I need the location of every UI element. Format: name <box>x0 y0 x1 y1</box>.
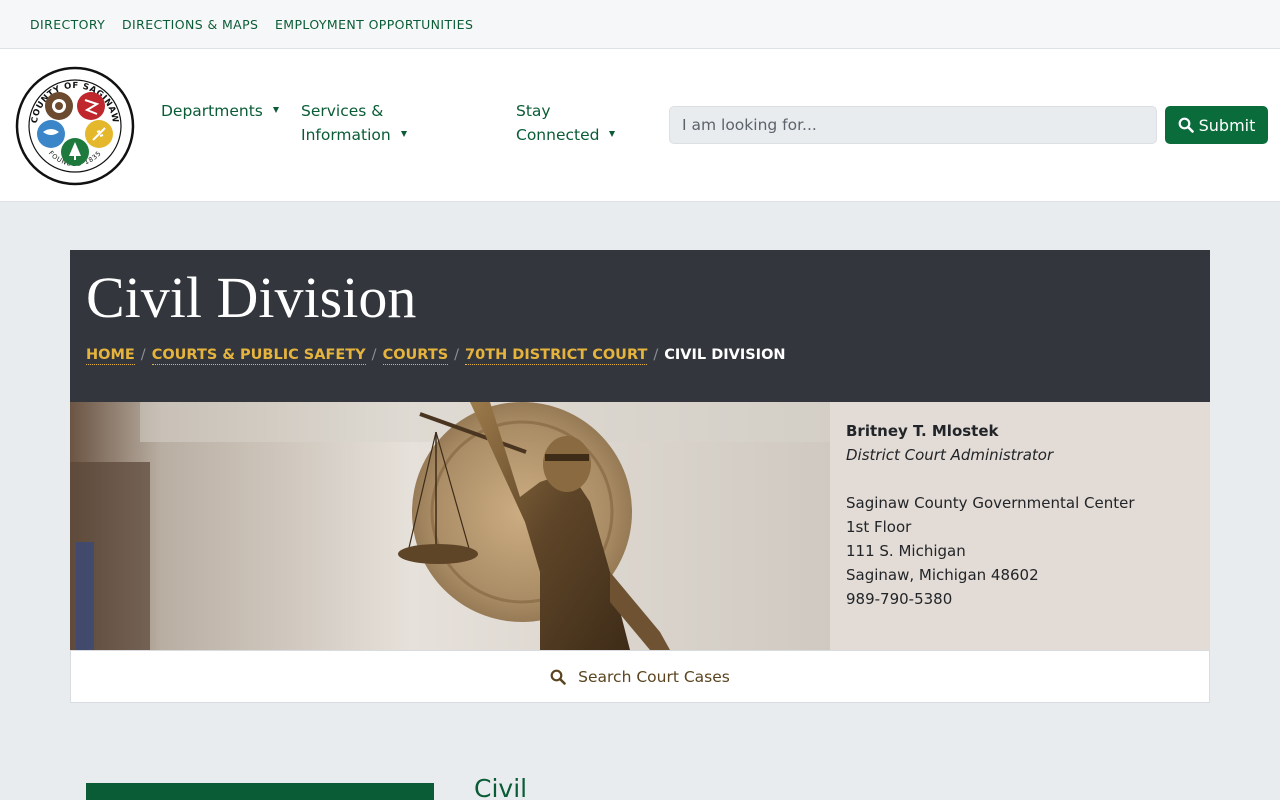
nav-stay-label-line2: Connected <box>516 126 600 144</box>
address-line: 1st Floor <box>846 518 912 536</box>
contact-role: District Court Administrator <box>846 446 1054 464</box>
directory-link[interactable]: DIRECTORY <box>30 17 105 32</box>
page-hero-header: Civil Division HOME / COURTS & PUBLIC SAFE… <box>70 250 1210 402</box>
county-seal-icon: COUNTY OF SAGINAW FOUNDED 1835 <box>15 66 135 186</box>
nav-stay-connected[interactable]: Stay Connected <box>516 99 616 147</box>
breadcrumb-separator: / <box>454 347 460 363</box>
nav-services-label-line1: Services & <box>301 102 384 120</box>
breadcrumb-home[interactable]: HOME <box>86 347 135 365</box>
breadcrumb-separator: / <box>140 347 146 363</box>
search-submit-button[interactable]: Submit <box>1165 106 1268 144</box>
directions-maps-link[interactable]: DIRECTIONS & MAPS <box>122 17 258 32</box>
caret-down-icon <box>609 130 616 137</box>
search-icon <box>1178 117 1194 133</box>
sidebar-menu-card <box>86 783 434 800</box>
employment-opportunities-link[interactable]: EMPLOYMENT OPPORTUNITIES <box>275 17 473 32</box>
lady-justice-image <box>70 402 830 650</box>
nav-services-label-line2: Information <box>301 126 391 144</box>
breadcrumb-separator: / <box>653 347 659 363</box>
site-header: COUNTY OF SAGINAW FOUNDED 1835 Departmen… <box>0 49 1280 202</box>
nav-stay-label-line1: Stay <box>516 102 551 120</box>
breadcrumb: HOME / COURTS & PUBLIC SAFETY / COURTS / 70TH … <box>86 347 786 365</box>
section-heading: Civil <box>474 774 528 800</box>
address-line: Saginaw, Michigan 48602 <box>846 566 1039 584</box>
breadcrumb-courts[interactable]: COURTS <box>382 347 449 365</box>
site-search-input[interactable] <box>669 106 1157 144</box>
nav-services-information[interactable]: Services & Information <box>301 99 407 147</box>
search-court-cases-label: Search Court Cases <box>578 667 730 686</box>
breadcrumb-separator: / <box>371 347 377 363</box>
contact-info-panel: Britney T. Mlostek District Court Admini… <box>830 402 1210 650</box>
phone-number[interactable]: 989-790-5380 <box>846 587 1194 611</box>
lady-justice-photo <box>70 402 830 650</box>
caret-down-icon <box>272 106 279 113</box>
nav-departments-label: Departments <box>161 102 263 120</box>
caret-down-icon <box>400 130 407 137</box>
breadcrumb-current: CIVIL DIVISION <box>664 347 786 363</box>
search-court-cases-link[interactable]: Search Court Cases <box>70 650 1210 703</box>
address-line: 111 S. Michigan <box>846 542 966 560</box>
breadcrumb-courts-public-safety[interactable]: COURTS & PUBLIC SAFETY <box>151 347 366 365</box>
submit-label: Submit <box>1198 115 1256 135</box>
page-title: Civil Division <box>86 265 417 330</box>
county-seal-logo[interactable]: COUNTY OF SAGINAW FOUNDED 1835 <box>15 66 135 186</box>
nav-departments[interactable]: Departments <box>161 99 279 123</box>
utility-bar: DIRECTORY DIRECTIONS & MAPS EMPLOYMENT O… <box>0 0 1280 49</box>
search-icon <box>550 669 566 685</box>
contact-name: Britney T. Mlostek <box>846 422 999 440</box>
breadcrumb-70th-district-court[interactable]: 70TH DISTRICT COURT <box>465 347 648 365</box>
address-line: Saginaw County Governmental Center <box>846 494 1135 512</box>
